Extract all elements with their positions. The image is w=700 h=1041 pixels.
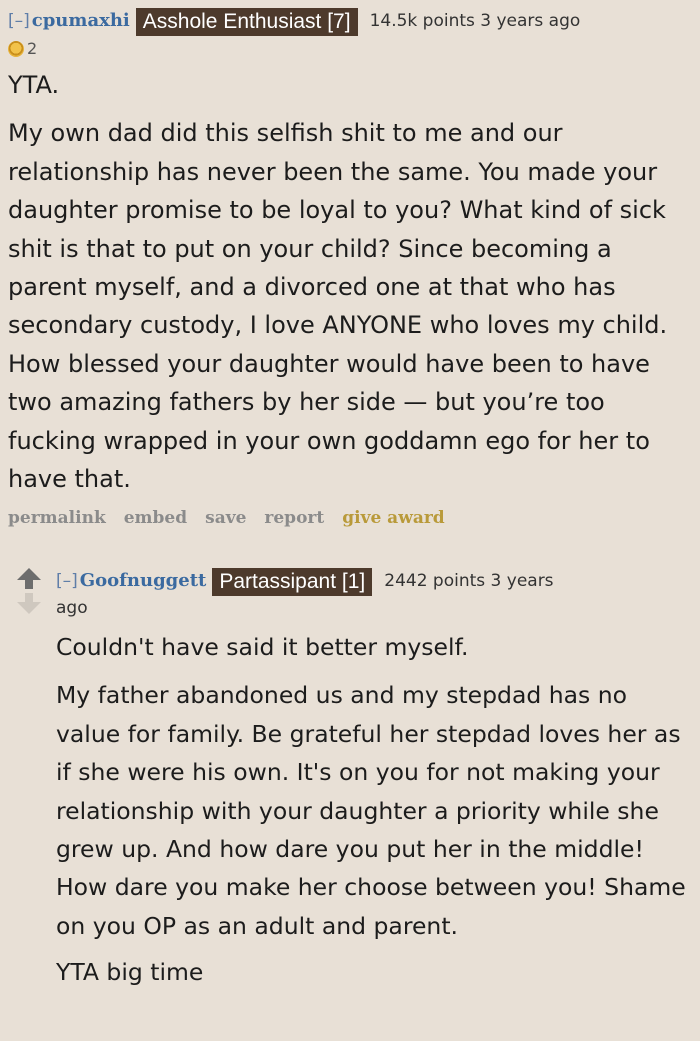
downvote-arrow-icon[interactable] (17, 593, 41, 614)
comment-paragraph: My own dad did this selfish shit to me a… (8, 119, 668, 494)
gold-award-icon[interactable] (8, 41, 24, 57)
comment-paragraph: YTA big time (56, 958, 204, 987)
comment-actions: permalink embed save report give award (8, 508, 696, 528)
upvote-arrow-icon[interactable] (17, 568, 41, 589)
give-award-button[interactable]: give award (342, 508, 444, 528)
score-and-time: 14.5k points 3 years ago (369, 11, 581, 31)
author-link[interactable]: cpumaxhi (32, 10, 130, 31)
comment-tagline: [–] cpumaxhi Asshole Enthusiast [7] 14.5k p… (8, 8, 696, 36)
award-count: 2 (27, 39, 38, 58)
user-flair: Asshole Enthusiast [7] (135, 8, 358, 36)
user-flair: Partassipant [1] (212, 568, 373, 596)
vote-arrows (14, 568, 44, 614)
author-link[interactable]: Goofnuggett (80, 570, 207, 591)
comment-cpumaxhi: [–] cpumaxhi Asshole Enthusiast [7] 14.5k p… (8, 8, 696, 528)
collapse-toggle[interactable]: [–] (56, 571, 78, 591)
comment-paragraph: My father abandoned us and my stepdad ha… (56, 681, 686, 940)
collapse-toggle[interactable]: [–] (8, 11, 30, 31)
awards-row: 2 (8, 38, 696, 60)
comment-goofnuggett: [–] Goofnuggett Partassipant [1] 2442 point… (8, 566, 696, 992)
comment-paragraph: Couldn't have said it better myself. (56, 633, 469, 661)
comment-tagline: [–] Goofnuggett Partassipant [1] 2442 point… (56, 566, 696, 596)
report-button[interactable]: report (264, 508, 324, 528)
score-and-time: 2442 points 3 years (384, 571, 554, 591)
embed-button[interactable]: embed (124, 508, 187, 528)
comment-paragraph: YTA. (8, 71, 60, 99)
save-button[interactable]: save (205, 508, 246, 528)
score-time-continued: ago (56, 598, 88, 618)
comment-content: [–] Goofnuggett Partassipant [1] 2442 point… (56, 566, 696, 992)
permalink-button[interactable]: permalink (8, 508, 106, 528)
